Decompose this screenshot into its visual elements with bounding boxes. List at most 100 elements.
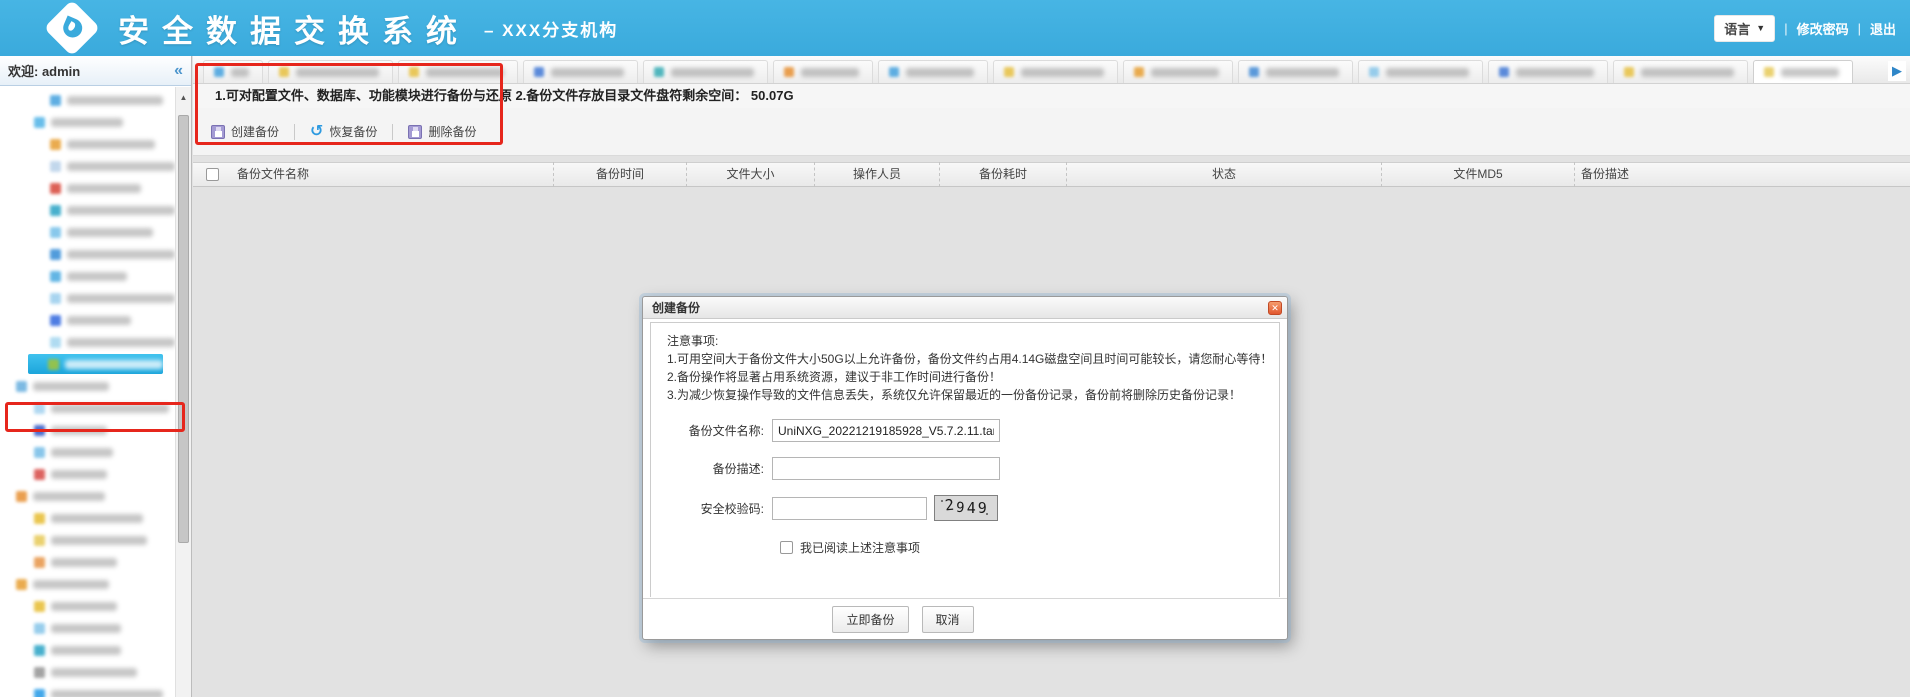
app-logo-icon: [44, 0, 101, 56]
scrollbar-thumb[interactable]: [178, 115, 189, 543]
tab[interactable]: [523, 60, 638, 83]
notes-section: 注意事项: 1.可用空间大于备份文件大小50G以上允许备份，备份文件约占用4.1…: [667, 332, 1263, 404]
tab[interactable]: [1613, 60, 1748, 83]
sidebar-item[interactable]: [0, 551, 175, 573]
blurred-label: [1266, 68, 1339, 77]
tree-node-icon: [34, 469, 45, 480]
sidebar-item[interactable]: [0, 441, 175, 463]
tab[interactable]: [1358, 60, 1483, 83]
floppy-disk-icon: [211, 125, 225, 139]
tab[interactable]: [203, 60, 263, 83]
sidebar-item[interactable]: [0, 265, 175, 287]
blurred-label: [51, 426, 107, 435]
sidebar-item[interactable]: [0, 221, 175, 243]
tab[interactable]: [398, 60, 518, 83]
sidebar-item[interactable]: [0, 287, 175, 309]
tree-node-icon: [34, 447, 45, 458]
column-header[interactable]: 文件MD5: [1381, 162, 1574, 187]
restore-backup-label: 恢复备份: [329, 123, 377, 140]
captcha-image[interactable]: 2949: [934, 495, 998, 521]
sidebar-item[interactable]: [0, 89, 175, 111]
blurred-label: [51, 602, 117, 611]
blurred-label: [67, 206, 175, 215]
sidebar-item[interactable]: [0, 595, 175, 617]
toolbar-divider: [392, 124, 393, 140]
cancel-button[interactable]: 取消: [922, 606, 974, 633]
sidebar-collapse-icon[interactable]: «: [174, 63, 183, 79]
sidebar-item[interactable]: [0, 463, 175, 485]
captcha-digit: 9: [956, 500, 966, 517]
sidebar-item[interactable]: [0, 639, 175, 661]
sidebar-item[interactable]: [0, 683, 175, 697]
select-all-checkbox-cell: [193, 162, 231, 187]
sidebar-item[interactable]: [0, 375, 175, 397]
agree-checkbox-label: 我已阅读上述注意事项: [800, 539, 920, 556]
column-header[interactable]: 备份时间: [553, 162, 686, 187]
blurred-label: [65, 360, 163, 369]
tree-node-icon: [50, 139, 61, 150]
tab[interactable]: [773, 60, 873, 83]
tab-active[interactable]: [1753, 60, 1853, 83]
blurred-label: [67, 272, 127, 281]
sidebar-item[interactable]: [0, 331, 175, 353]
scroll-up-icon[interactable]: ▲: [176, 93, 191, 102]
sidebar-item[interactable]: [0, 507, 175, 529]
tree-node-icon: [34, 513, 45, 524]
blurred-label: [51, 690, 163, 697]
tab[interactable]: [1488, 60, 1608, 83]
tab[interactable]: [643, 60, 768, 83]
tab-icon: [1249, 67, 1259, 77]
column-header[interactable]: 备份描述: [1574, 162, 1910, 187]
tab[interactable]: [1123, 60, 1233, 83]
change-password-link[interactable]: 修改密码: [1797, 19, 1849, 38]
tab[interactable]: [1238, 60, 1353, 83]
sidebar-item[interactable]: [0, 199, 175, 221]
tab-icon: [534, 67, 544, 77]
sidebar-item[interactable]: [0, 155, 175, 177]
delete-backup-button[interactable]: 删除备份: [408, 123, 476, 140]
blurred-label: [67, 140, 155, 149]
dialog-body-panel: 注意事项: 1.可用空间大于备份文件大小50G以上允许备份，备份文件约占用4.1…: [650, 322, 1280, 597]
agree-checkbox[interactable]: [780, 541, 793, 554]
sidebar-item[interactable]: [0, 573, 175, 595]
sidebar-scrollbar[interactable]: ▲: [175, 87, 191, 697]
tree-node-icon: [34, 557, 45, 568]
backup-now-button[interactable]: 立即备份: [832, 606, 908, 633]
select-all-checkbox[interactable]: [206, 168, 219, 181]
sidebar-item-selected[interactable]: [28, 354, 163, 374]
sidebar-item[interactable]: [0, 529, 175, 551]
sidebar-item[interactable]: [0, 133, 175, 155]
sidebar-item[interactable]: [0, 617, 175, 639]
sidebar-item[interactable]: [0, 111, 175, 133]
description-input[interactable]: [772, 457, 1000, 480]
column-header[interactable]: 备份耗时: [939, 162, 1066, 187]
tab[interactable]: [878, 60, 988, 83]
sidebar-item[interactable]: [0, 309, 175, 331]
blurred-label: [51, 118, 123, 127]
logout-link[interactable]: 退出: [1870, 19, 1896, 38]
sidebar-item[interactable]: [0, 177, 175, 199]
captcha-input[interactable]: [772, 497, 927, 520]
captcha-digit: 4: [967, 499, 976, 517]
create-backup-button[interactable]: 创建备份: [211, 123, 279, 140]
tab[interactable]: [993, 60, 1118, 83]
column-header[interactable]: 备份文件名称: [231, 162, 553, 187]
tree-node-icon: [34, 623, 45, 634]
column-header[interactable]: 状态: [1066, 162, 1381, 187]
close-icon[interactable]: ✕: [1268, 301, 1282, 315]
tab[interactable]: [268, 60, 393, 83]
sidebar-item[interactable]: [0, 419, 175, 441]
sidebar-item[interactable]: [0, 243, 175, 265]
tree-node-icon: [50, 249, 61, 260]
app-subtitle: – XXX分支机构: [484, 16, 618, 41]
column-header[interactable]: 文件大小: [686, 162, 814, 187]
column-header[interactable]: 操作人员: [814, 162, 939, 187]
welcome-bar: 欢迎: admin «: [0, 56, 191, 86]
restore-backup-button[interactable]: ↺ 恢复备份: [310, 123, 377, 140]
filename-input[interactable]: [772, 419, 1000, 442]
sidebar-item[interactable]: [0, 397, 175, 419]
sidebar-item[interactable]: [0, 661, 175, 683]
sidebar-item[interactable]: [0, 485, 175, 507]
language-dropdown[interactable]: 语言 ▼: [1714, 15, 1775, 42]
tab-scroll-right-icon[interactable]: ▶: [1888, 61, 1906, 81]
